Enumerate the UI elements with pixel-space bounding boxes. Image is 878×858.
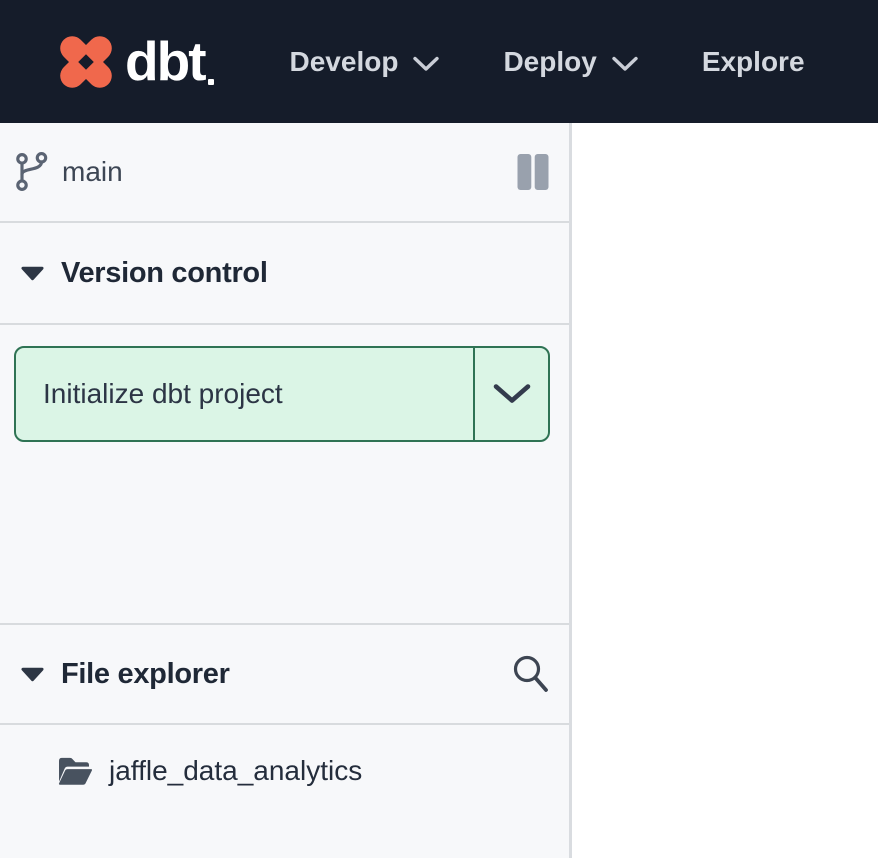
initialize-project-split-button: Initialize dbt project: [14, 346, 550, 442]
nav-item-develop-label: Develop: [290, 48, 399, 76]
dbt-logo-icon: [54, 30, 118, 94]
chevron-down-icon: [413, 56, 439, 72]
version-control-panel: Initialize dbt project: [0, 325, 569, 625]
docs-button[interactable]: [516, 152, 550, 192]
file-search-button[interactable]: [510, 653, 550, 695]
git-branch-bar[interactable]: main: [0, 123, 569, 223]
nav-item-explore[interactable]: Explore: [702, 48, 805, 76]
caret-down-icon: [21, 266, 44, 281]
file-explorer-title: File explorer: [61, 658, 230, 691]
file-explorer-header[interactable]: File explorer: [0, 625, 569, 725]
nav-item-explore-label: Explore: [702, 48, 805, 76]
dbt-logo-trademark-dot: [208, 79, 214, 85]
editor-empty-area: [572, 123, 878, 858]
nav-item-deploy-label: Deploy: [503, 48, 596, 76]
book-icon: [516, 152, 550, 192]
dbt-logo[interactable]: dbt: [54, 30, 214, 94]
top-nav-bar: dbt Develop Deploy Explore: [0, 0, 878, 123]
dbt-logo-text: dbt: [125, 34, 205, 89]
initialize-project-button[interactable]: Initialize dbt project: [16, 348, 473, 440]
chevron-down-icon: [493, 383, 531, 405]
file-explorer-tree: jaffle_data_analytics: [0, 725, 569, 858]
tree-item-project-folder[interactable]: jaffle_data_analytics: [0, 740, 569, 802]
folder-open-icon: [57, 756, 92, 786]
tree-item-label: jaffle_data_analytics: [109, 755, 362, 787]
search-icon: [510, 653, 550, 695]
top-nav-menu: Develop Deploy Explore: [290, 48, 805, 76]
dbt-ide-window: dbt Develop Deploy Explore: [0, 0, 878, 858]
initialize-project-dropdown-button[interactable]: [473, 348, 548, 440]
chevron-down-icon: [612, 56, 638, 72]
version-control-title: Version control: [61, 257, 268, 290]
nav-item-develop[interactable]: Develop: [290, 48, 440, 76]
ide-content: main Version control: [0, 123, 878, 858]
ide-sidebar: main Version control: [0, 123, 572, 858]
caret-down-icon: [21, 667, 44, 682]
nav-item-deploy[interactable]: Deploy: [503, 48, 637, 76]
branch-name: main: [62, 156, 123, 188]
git-branch-icon: [15, 152, 49, 192]
version-control-header[interactable]: Version control: [0, 223, 569, 325]
